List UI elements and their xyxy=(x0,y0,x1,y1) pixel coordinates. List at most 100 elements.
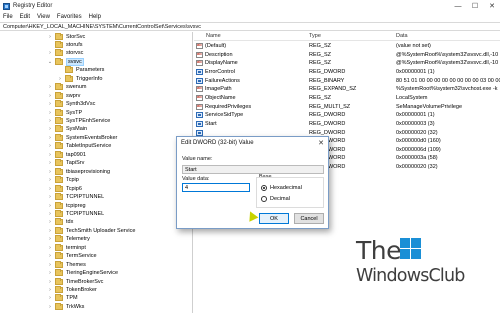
chevron-icon[interactable]: › xyxy=(47,152,53,158)
chevron-icon[interactable]: › xyxy=(47,270,53,276)
chevron-icon[interactable]: › xyxy=(47,253,53,259)
dialog-close-icon[interactable]: ✕ xyxy=(318,139,324,147)
value-row[interactable]: FailureActions REG_BINARY 80 51 01 00 00 0… xyxy=(194,77,500,86)
chevron-icon[interactable]: › xyxy=(47,50,53,56)
menu-help[interactable]: Help xyxy=(89,14,101,20)
tree-item-label: SysTPEnhService xyxy=(66,118,111,124)
chevron-icon[interactable]: › xyxy=(47,304,53,310)
address-bar[interactable]: Computer\HKEY_LOCAL_MACHINE\SYSTEM\Curre… xyxy=(0,22,500,31)
folder-icon xyxy=(55,133,63,141)
value-data: 0x00000001 (1) xyxy=(396,112,435,119)
folder-icon xyxy=(55,100,63,108)
folder-icon xyxy=(55,269,63,277)
cancel-button[interactable]: Cancel xyxy=(294,213,324,224)
minimize-button[interactable]: — xyxy=(450,0,466,12)
chevron-icon[interactable]: › xyxy=(47,245,53,251)
value-name: ErrorControl xyxy=(205,68,235,75)
menu-view[interactable]: View xyxy=(37,14,50,20)
thewindowsclub-logo: The WindowsClub xyxy=(356,236,496,308)
chevron-icon[interactable]: › xyxy=(47,135,53,141)
tree-item-label: terminpt xyxy=(66,244,86,251)
folder-icon xyxy=(55,176,63,184)
value-type: REG_SZ xyxy=(309,51,332,58)
menu-bar: File Edit View Favorites Help xyxy=(0,12,500,22)
chevron-icon[interactable]: › xyxy=(47,203,53,209)
chevron-icon[interactable]: › xyxy=(47,194,53,200)
chevron-icon[interactable]: › xyxy=(47,160,53,166)
tree-item-label: storvsc xyxy=(66,50,84,57)
hexadecimal-radio[interactable]: Hexadecimal xyxy=(261,185,302,191)
chevron-icon[interactable]: › xyxy=(47,211,53,217)
chevron-icon[interactable]: › xyxy=(57,76,63,82)
column-name-header[interactable]: Name xyxy=(206,33,221,39)
value-name: FailureActions xyxy=(205,77,240,84)
chevron-icon[interactable]: › xyxy=(47,186,53,192)
value-row[interactable]: Start REG_DWORD 0x00000003 (3) xyxy=(194,120,500,129)
maximize-button[interactable]: ☐ xyxy=(467,0,483,12)
folder-icon xyxy=(55,83,63,91)
tree-item-label: Telemetry xyxy=(66,236,90,243)
string-value-icon xyxy=(196,103,203,110)
key-tree[interactable]: › StorSvc storufs › storvsc ⌄ svsvc Parameters ›… xyxy=(0,32,193,313)
menu-file[interactable]: File xyxy=(3,14,13,20)
chevron-icon[interactable]: › xyxy=(47,34,53,40)
tree-item-label: Tcpip xyxy=(66,177,79,184)
tree-item-label: StorSvc xyxy=(66,33,86,40)
decimal-radio[interactable]: Decimal xyxy=(261,196,290,202)
value-type: REG_SZ xyxy=(309,60,332,67)
chevron-icon[interactable]: › xyxy=(47,295,53,301)
chevron-icon[interactable]: › xyxy=(47,110,53,116)
value-name: Description xyxy=(205,51,233,58)
value-row[interactable]: ErrorControl REG_DWORD 0x00000001 (1) xyxy=(194,68,500,77)
value-type: REG_BINARY xyxy=(309,77,345,84)
radio-selected-icon xyxy=(261,185,267,191)
value-type: REG_MULTI_SZ xyxy=(309,103,351,110)
close-button[interactable]: ✕ xyxy=(484,0,500,12)
string-value-icon xyxy=(196,51,203,58)
chevron-icon[interactable]: › xyxy=(47,169,53,175)
decimal-label: Decimal xyxy=(270,196,290,202)
value-name: ObjectName xyxy=(205,94,236,101)
chevron-icon[interactable]: › xyxy=(47,118,53,124)
value-name-field: Start xyxy=(182,165,324,174)
chevron-icon[interactable]: ⌄ xyxy=(47,59,53,65)
tree-item-label: Tcpip6 xyxy=(66,185,82,192)
ok-button[interactable]: OK xyxy=(259,213,289,224)
chevron-icon[interactable]: › xyxy=(47,126,53,132)
tree-item[interactable]: › TrkWks xyxy=(47,302,84,311)
chevron-icon[interactable]: › xyxy=(47,228,53,234)
chevron-icon[interactable]: › xyxy=(47,219,53,225)
menu-edit[interactable]: Edit xyxy=(20,14,30,20)
chevron-icon[interactable]: › xyxy=(47,262,53,268)
tree-item-label: swenum xyxy=(66,84,87,91)
chevron-icon[interactable]: › xyxy=(47,93,53,99)
chevron-icon[interactable]: › xyxy=(47,287,53,293)
chevron-icon[interactable]: › xyxy=(47,101,53,107)
chevron-icon[interactable]: › xyxy=(47,236,53,242)
value-row[interactable]: Description REG_SZ @%SystemRoot%\system32\… xyxy=(194,51,500,60)
folder-icon xyxy=(55,32,63,40)
logo-line-1: The xyxy=(356,236,402,265)
value-row[interactable]: ImagePath REG_EXPAND_SZ %SystemRoot%\syste… xyxy=(194,85,500,94)
folder-icon xyxy=(55,167,63,175)
folder-icon xyxy=(55,159,63,167)
value-data-label: Value data: xyxy=(182,176,210,182)
value-row[interactable]: ObjectName REG_SZ LocalSystem xyxy=(194,94,500,103)
column-type-header[interactable]: Type xyxy=(309,33,321,39)
value-name-label: Value name: xyxy=(182,156,213,162)
chevron-icon[interactable]: › xyxy=(47,143,53,149)
chevron-icon[interactable]: › xyxy=(47,84,53,90)
chevron-icon[interactable]: › xyxy=(47,279,53,285)
value-name: RequiredPrivileges xyxy=(205,103,252,110)
value-row[interactable]: ServiceSidType REG_DWORD 0x00000001 (1) xyxy=(194,111,500,120)
binary-value-icon xyxy=(196,129,203,136)
chevron-icon[interactable]: › xyxy=(47,177,53,183)
menu-favorites[interactable]: Favorites xyxy=(57,14,82,20)
column-data-header[interactable]: Data xyxy=(396,33,408,39)
value-row[interactable]: DisplayName REG_SZ @%SystemRoot%\system32\… xyxy=(194,59,500,68)
tree-item-label: tbiaseprovisioning xyxy=(66,168,111,175)
value-row[interactable]: RequiredPrivileges REG_MULTI_SZ SeManageVo… xyxy=(194,103,500,112)
value-data-input[interactable]: 4 xyxy=(182,183,250,192)
value-data: SeManageVolumePrivilege xyxy=(396,103,463,110)
value-row[interactable]: (Default) REG_SZ (value not set) xyxy=(194,42,500,51)
